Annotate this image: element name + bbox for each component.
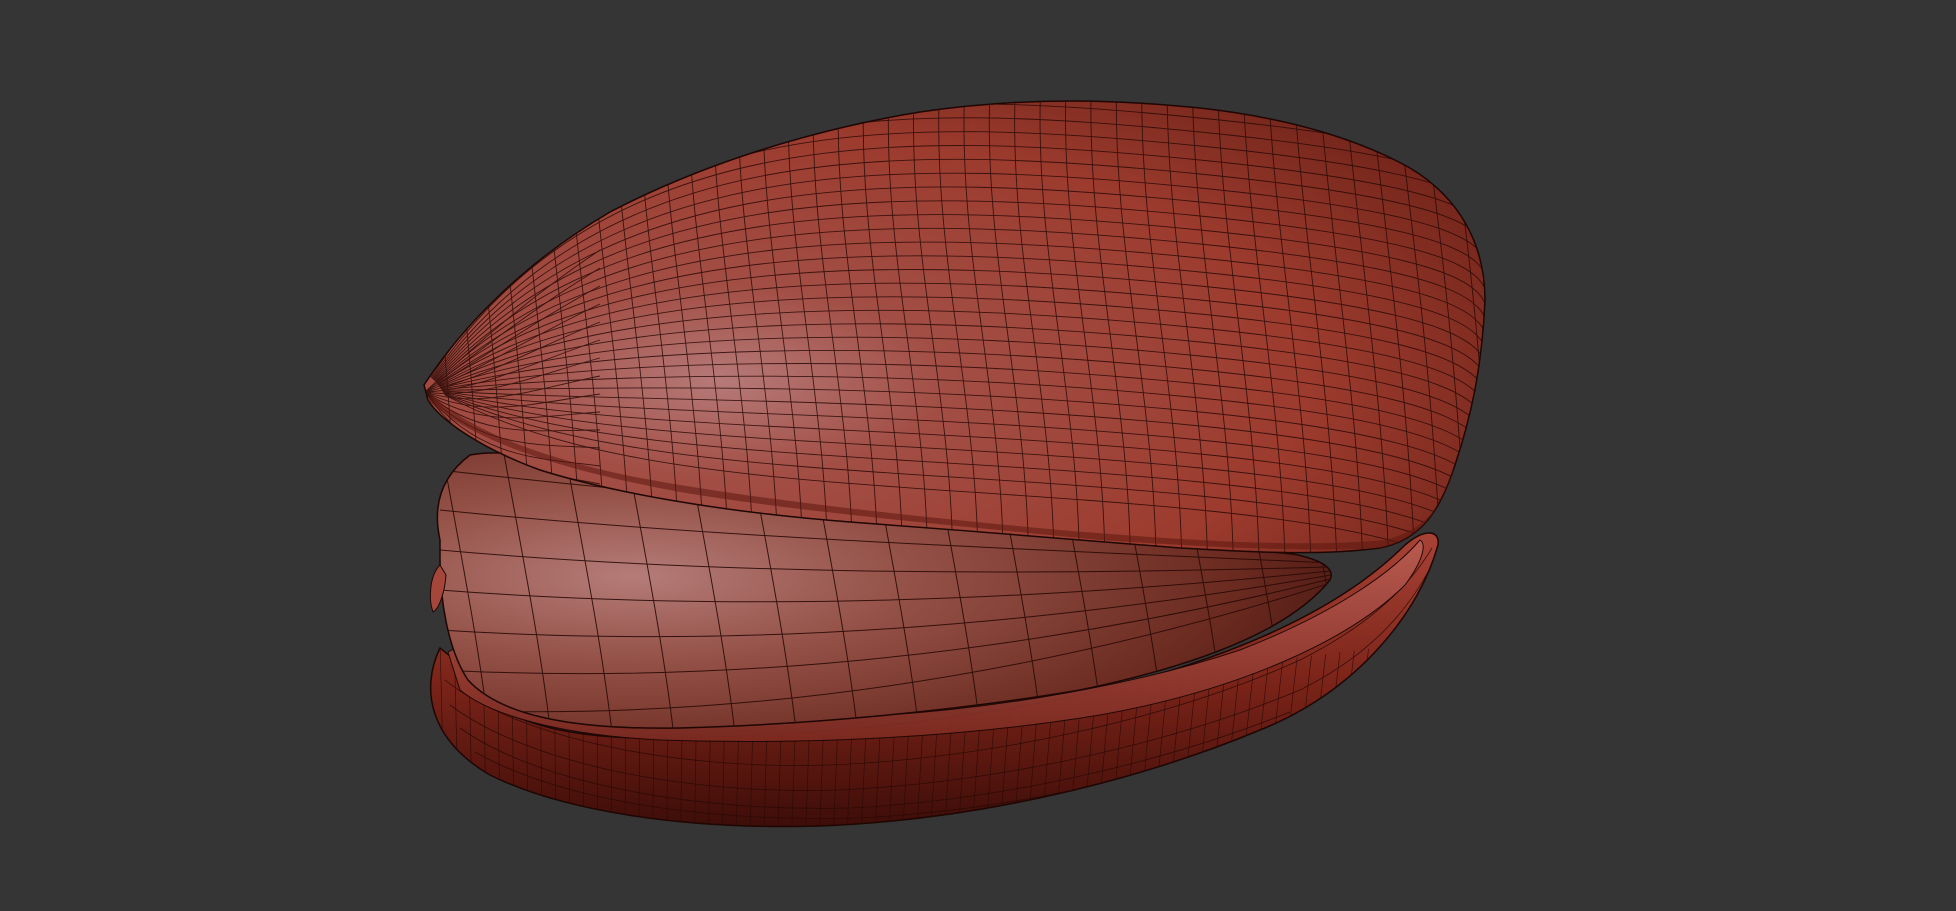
viewport-canvas[interactable] bbox=[0, 0, 1956, 911]
3d-viewport[interactable] bbox=[0, 0, 1956, 911]
